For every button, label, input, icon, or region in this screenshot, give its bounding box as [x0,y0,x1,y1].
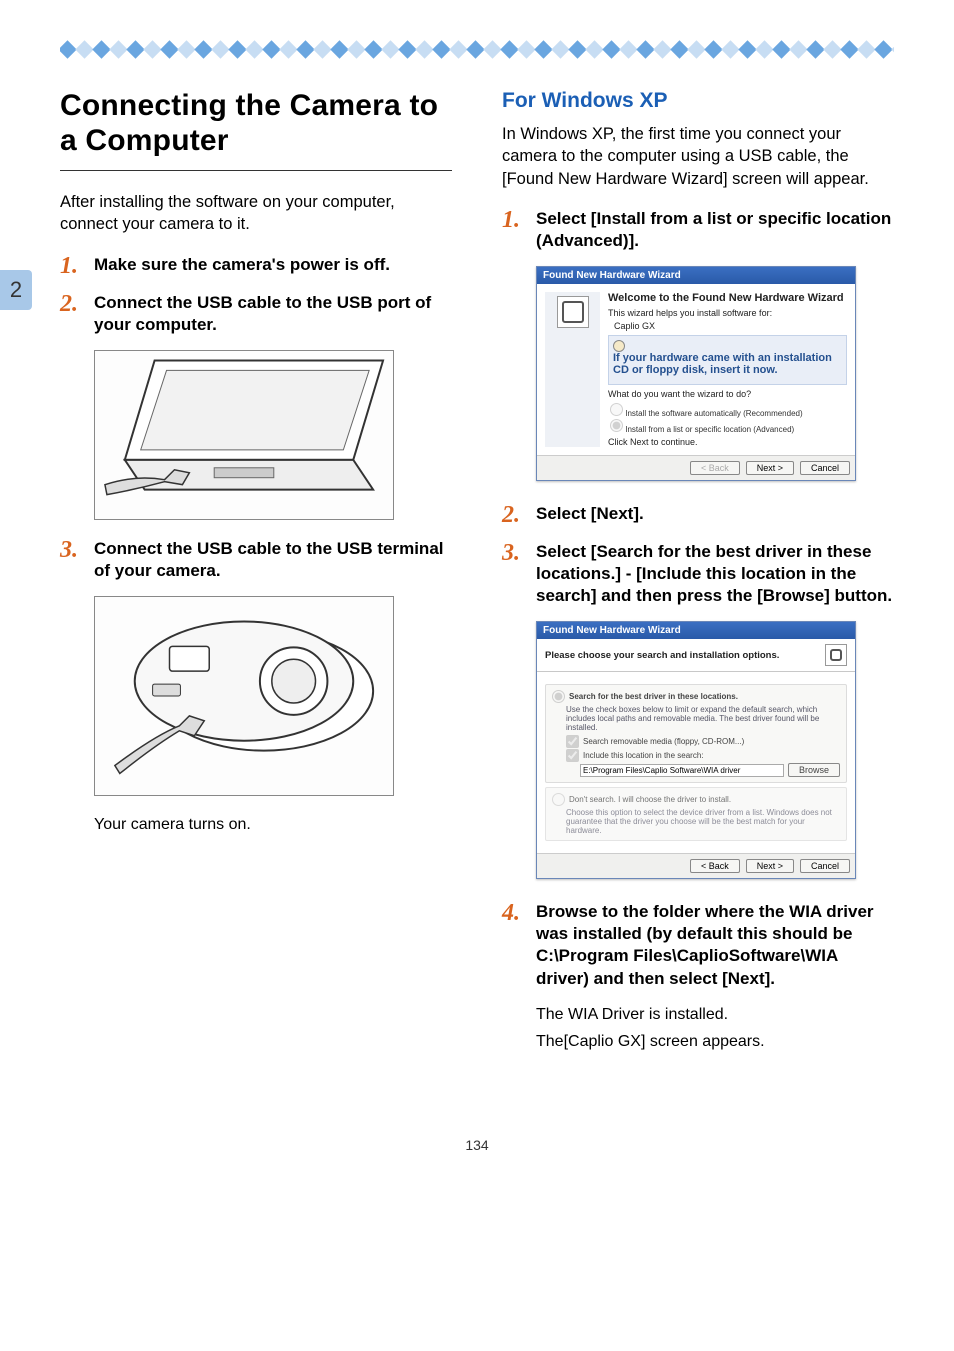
right-note-1: The WIA Driver is installed. [536,1004,894,1026]
wizard-device-name: Caplio GX [614,321,847,331]
wizard-cancel-button[interactable]: Cancel [800,859,850,873]
wizard2-dont-desc: Choose this option to select the device … [566,808,840,835]
step-text: Browse to the folder where the WIA drive… [536,901,894,989]
step-text: Select [Install from a list or specific … [536,208,894,252]
step-number: 3 [60,538,94,562]
wizard-question: What do you want the wizard to do? [608,389,847,399]
wizard-help-text: This wizard helps you install software f… [608,308,847,318]
right-step-3: 3 Select [Search for the best driver in … [502,541,894,607]
chapter-tab: 2 [0,270,32,310]
wizard-opt-advanced[interactable]: Install from a list or specific location… [610,419,847,434]
laptop-illustration [94,350,394,520]
wizard2-dont-opt[interactable]: Don't search. I will choose the driver t… [552,793,840,806]
right-column: For Windows XP In Windows XP, the first … [502,89,894,1057]
intro-text: After installing the software on your co… [60,191,452,236]
subsection-title: For Windows XP [502,89,894,113]
wizard-cd-hint: If your hardware came with an installati… [608,335,847,385]
wizard-cd-text: If your hardware came with an installati… [613,352,842,376]
step-number: 1 [60,254,94,278]
wizard2-search-opt[interactable]: Search for the best driver in these loca… [552,690,840,703]
step-number: 2 [502,503,536,527]
left-step-3: 3 Connect the USB cable to the USB termi… [60,538,452,582]
step-text: Select [Next]. [536,503,894,525]
left-column: Connecting the Camera to a Computer Afte… [60,89,452,1057]
step-text: Select [Search for the best driver in th… [536,541,894,607]
cd-icon [613,340,625,352]
wizard2-heading: Please choose your search and installati… [545,650,779,661]
step-text: Connect the USB cable to the USB termina… [94,538,452,582]
wizard-back-button[interactable]: < Back [690,461,740,475]
wizard-next-button[interactable]: Next > [746,461,794,475]
wizard-opt-auto[interactable]: Install the software automatically (Reco… [610,403,847,418]
wizard-titlebar: Found New Hardware Wizard [537,267,855,284]
wizard2-path-input[interactable] [580,764,784,777]
wizard-side-graphic [545,292,600,447]
left-step-1: 1 Make sure the camera's power is off. [60,254,452,278]
step-text: Make sure the camera's power is off. [94,254,452,276]
camera-illustration [94,596,394,796]
step-number: 2 [60,292,94,316]
wizard-dialog-2: Found New Hardware Wizard Please choose … [536,621,856,879]
wizard-continue-text: Click Next to continue. [608,437,847,447]
step-text: Connect the USB cable to the USB port of… [94,292,452,336]
right-note-2: The[Caplio GX] screen appears. [536,1031,894,1053]
wizard2-browse-button[interactable]: Browse [788,763,840,777]
wizard-dialog-1: Found New Hardware Wizard Welcome to the… [536,266,856,481]
wizard-cancel-button[interactable]: Cancel [800,461,850,475]
wizard2-chk-removable[interactable]: Search removable media (floppy, CD-ROM..… [566,735,840,748]
left-caption: Your camera turns on. [94,814,452,836]
device-icon [557,296,589,328]
wizard-next-button[interactable]: Next > [746,859,794,873]
wizard-titlebar: Found New Hardware Wizard [537,622,855,639]
device-icon [825,644,847,666]
page-number: 134 [60,1137,894,1153]
step-number: 1 [502,208,536,232]
wizard-welcome: Welcome to the Found New Hardware Wizard [608,292,847,304]
decorative-border [60,40,894,59]
right-intro: In Windows XP, the first time you connec… [502,123,894,190]
left-step-2: 2 Connect the USB cable to the USB port … [60,292,452,336]
right-step-4: 4 Browse to the folder where the WIA dri… [502,901,894,989]
step-number: 3 [502,541,536,565]
wizard-back-button[interactable]: < Back [690,859,740,873]
page-title: Connecting the Camera to a Computer [60,89,452,158]
step-number: 4 [502,901,536,925]
right-step-2: 2 Select [Next]. [502,503,894,527]
right-step-1: 1 Select [Install from a list or specifi… [502,208,894,252]
wizard2-chk-include[interactable]: Include this location in the search: [566,749,840,762]
wizard2-search-desc: Use the check boxes below to limit or ex… [566,705,840,732]
title-rule [60,170,452,171]
